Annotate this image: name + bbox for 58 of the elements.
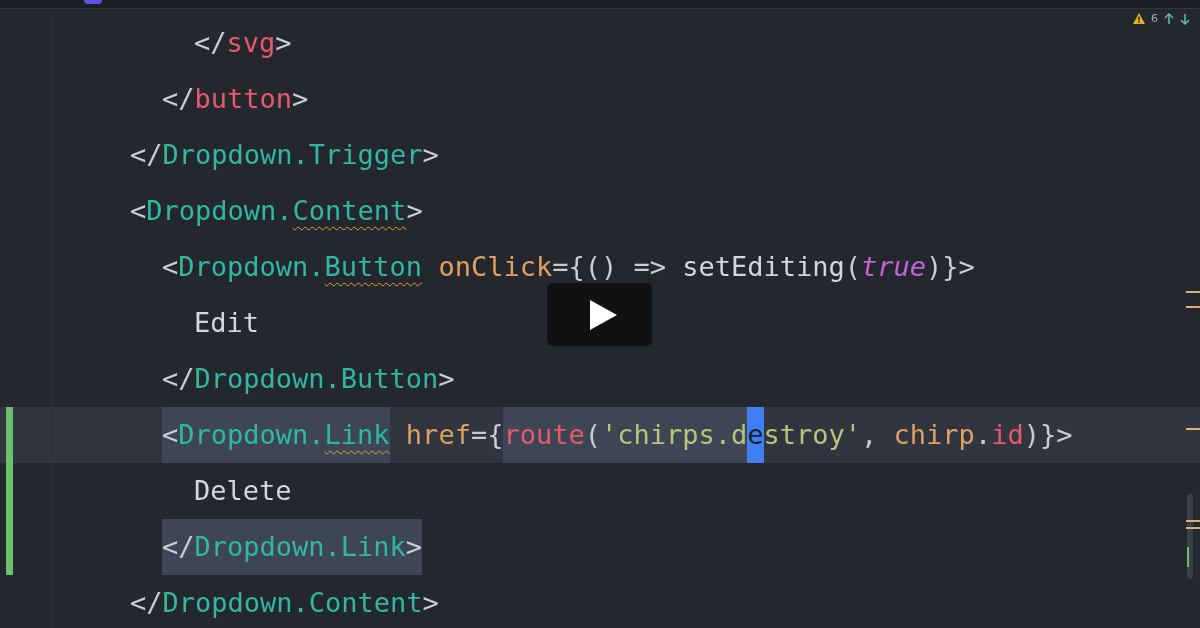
code-token: > [275, 26, 292, 60]
code-token: Dropdown.Link [194, 519, 406, 575]
code-token: route [503, 407, 585, 463]
code-token: ={ [470, 418, 504, 452]
code-token: Dropdown. [178, 407, 325, 463]
change-marker [1187, 547, 1189, 567]
arrow-down-icon[interactable] [1180, 12, 1190, 25]
code-token: setEditing [682, 250, 845, 284]
code-token: Dropdown.Trigger [162, 138, 423, 172]
code-token: Dropdown. [178, 250, 325, 284]
code-token: stroy' [763, 418, 862, 452]
code-token: Edit [194, 306, 260, 340]
code-token: Content [292, 194, 407, 228]
code-token: )}> [1023, 418, 1073, 452]
play-icon [587, 298, 618, 331]
code-token: ={() => [552, 250, 667, 284]
arrow-up-icon[interactable] [1164, 12, 1174, 25]
code-token: </ [162, 362, 195, 396]
code-token: id [991, 418, 1024, 452]
code-token: , [861, 418, 879, 452]
warning-marker [1186, 428, 1200, 430]
code-token: ( [844, 250, 862, 284]
code-token: < [162, 250, 179, 284]
warning-marker [1186, 527, 1200, 529]
code-token: Button [324, 250, 423, 284]
code-token: Link [324, 407, 390, 463]
code-token: > [422, 138, 439, 172]
code-token: true [861, 250, 927, 284]
warning-icon[interactable] [1133, 13, 1145, 24]
warning-marker [1186, 291, 1200, 293]
code-token: . [974, 418, 992, 452]
code-token: > [292, 82, 309, 116]
code-token: </ [194, 26, 227, 60]
code-token: Dropdown.Content [162, 586, 423, 620]
warning-marker [1186, 520, 1200, 522]
code-token: onClick [437, 250, 553, 284]
warning-marker [1186, 306, 1200, 308]
problem-count: 6 [1151, 12, 1158, 25]
code-token: svg [226, 26, 276, 60]
code-token: < [130, 194, 147, 228]
code-token: Delete [194, 474, 292, 508]
code-token: Dropdown. [146, 194, 293, 228]
code-token: > [406, 194, 423, 228]
code-token: > [438, 362, 455, 396]
code-token: button [194, 82, 293, 116]
code-token: </ [130, 138, 163, 172]
code-token: > [422, 586, 439, 620]
code-token: </ [162, 519, 195, 575]
code-token: chirp [893, 418, 975, 452]
code-token: < [162, 407, 179, 463]
code-token: )}> [926, 250, 975, 284]
code-token: href [404, 418, 471, 452]
code-token: e [747, 407, 764, 463]
code-token: 'chirps.d [600, 407, 748, 463]
code-token: </ [162, 82, 195, 116]
code-token: </ [130, 586, 163, 620]
play-button[interactable] [547, 283, 652, 346]
code-token: Dropdown.Button [194, 362, 439, 396]
